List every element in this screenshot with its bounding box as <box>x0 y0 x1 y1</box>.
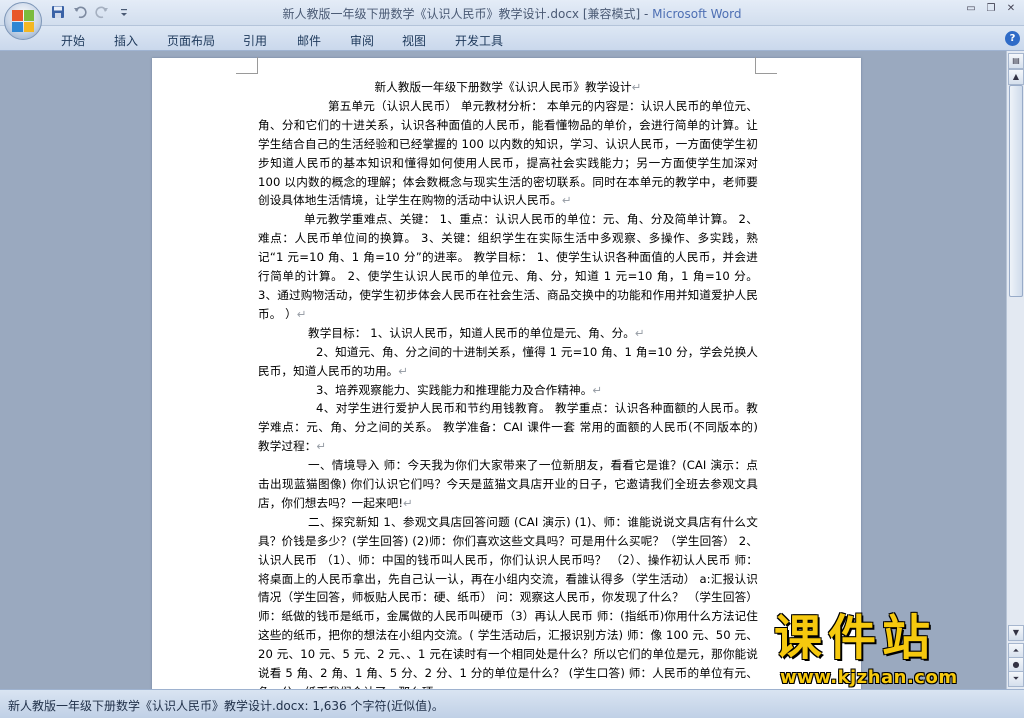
paragraph: 第五单元（认识人民币） 单元教材分析： 本单元的内容是：认识人民币的单位元、角、… <box>258 98 758 208</box>
document-page[interactable]: 新人教版一年级下册数学《认识人民币》教学设计↵ 第五单元（认识人民币） 单元教材… <box>152 57 861 689</box>
office-logo-icon <box>12 10 34 32</box>
app-name: Microsoft Word <box>652 7 742 21</box>
document-text[interactable]: 新人教版一年级下册数学《认识人民币》教学设计↵ 第五单元（认识人民币） 单元教材… <box>258 78 758 689</box>
paragraph: 3、培养观察能力、实践能力和推理能力及合作精神。↵ <box>316 382 603 397</box>
ruler-toggle-icon[interactable]: ▤ <box>1008 53 1024 69</box>
document-title: 新人教版一年级下册数学《认识人民币》教学设计.docx [兼容模式] - <box>282 7 653 21</box>
ribbon-tabs: 开始 插入 页面布局 引用 邮件 审阅 视图 开发工具 ? <box>0 26 1024 51</box>
paragraph: 教学目标： 1、认识人民币，知道人民币的单位是元、角、分。↵ <box>308 325 645 340</box>
crop-mark-top-right <box>755 57 777 74</box>
tab-page-layout[interactable]: 页面布局 <box>167 32 215 49</box>
window-controls: ▭ ❐ ✕ <box>962 2 1020 16</box>
watermark-logo: 课件站 www.kjzhan.com <box>774 612 1004 692</box>
office-button[interactable] <box>4 2 42 40</box>
status-bar: 新人教版一年级下册数学《认识人民币》教学设计.docx: 1,636 个字符(近… <box>0 689 1024 718</box>
paragraph: 单元教学重难点、关键： 1、重点：认识人民币的单位：元、角、分及简单计算。 2、… <box>258 212 758 321</box>
watermark-title: 课件站 <box>774 610 937 666</box>
window-title: 新人教版一年级下册数学《认识人民币》教学设计.docx [兼容模式] - Mic… <box>0 5 1024 22</box>
tab-mailings[interactable]: 邮件 <box>297 32 321 49</box>
status-text: 新人教版一年级下册数学《认识人民币》教学设计.docx: 1,636 个字符(近… <box>8 699 444 713</box>
document-area[interactable]: 新人教版一年级下册数学《认识人民币》教学设计↵ 第五单元（认识人民币） 单元教材… <box>0 51 1006 689</box>
vertical-scrollbar[interactable]: ▤ ▲ ▼ ⏶ ● ⏷ <box>1006 51 1024 689</box>
help-icon[interactable]: ? <box>1005 31 1020 46</box>
next-page-icon[interactable]: ⏷ <box>1008 671 1024 687</box>
paragraph: 一、情境导入 师：今天我为你们大家带来了一位新朋友，看看它是谁？(CAI 演示：… <box>258 458 758 510</box>
tab-home[interactable]: 开始 <box>61 32 85 49</box>
tab-references[interactable]: 引用 <box>243 32 267 49</box>
close-icon[interactable]: ✕ <box>1002 2 1020 16</box>
watermark-url: www.kjzhan.com <box>780 667 958 688</box>
paragraph: 4、对学生进行爱护人民币和节约用钱教育。 教学重点：认识各种面额的人民币。教学难… <box>258 401 758 454</box>
restore-icon[interactable]: ❐ <box>982 2 1000 16</box>
paragraph: 二、探究新知 1、参观文具店回答问题 (CAI 演示) (1)、师：谁能说说文具… <box>258 514 758 689</box>
tab-review[interactable]: 审阅 <box>350 32 374 49</box>
scroll-down-icon[interactable]: ▼ <box>1008 625 1024 641</box>
tab-view[interactable]: 视图 <box>402 32 426 49</box>
title-bar: 新人教版一年级下册数学《认识人民币》教学设计.docx [兼容模式] - Mic… <box>0 0 1024 26</box>
crop-mark-top-left <box>236 57 258 74</box>
tab-developer[interactable]: 开发工具 <box>455 32 503 49</box>
minimize-icon[interactable]: ▭ <box>962 2 980 16</box>
scroll-thumb[interactable] <box>1009 85 1023 297</box>
tab-insert[interactable]: 插入 <box>114 32 138 49</box>
scroll-up-icon[interactable]: ▲ <box>1008 69 1024 85</box>
paragraph: 2、知道元、角、分之间的十进制关系，懂得 1 元=10 角、1 角=10 分，学… <box>258 344 758 378</box>
document-heading: 新人教版一年级下册数学《认识人民币》教学设计↵ <box>374 80 642 94</box>
